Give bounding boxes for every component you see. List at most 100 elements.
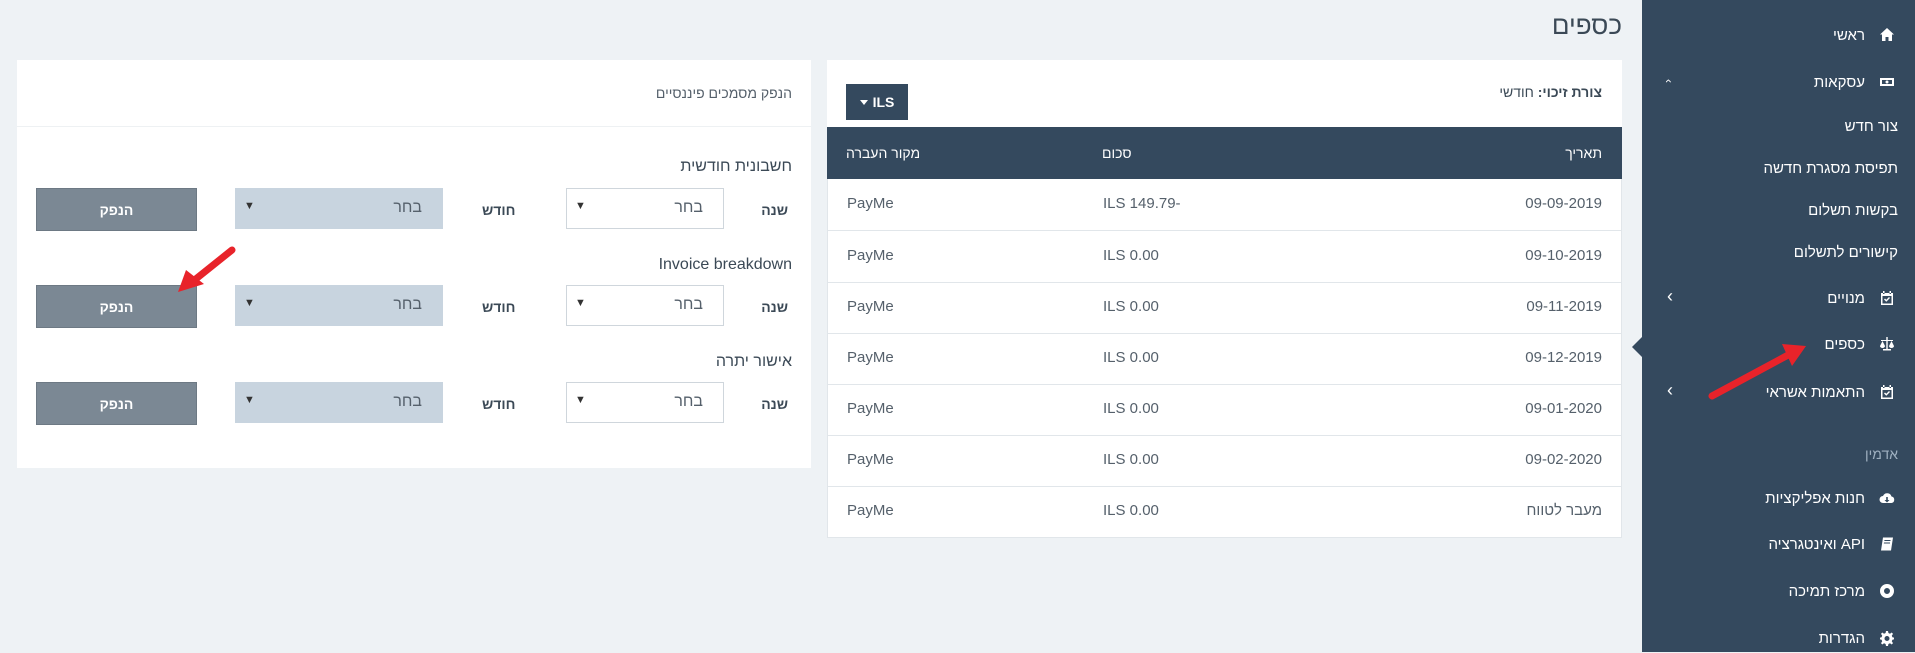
sidebar-item-label: הגדרות	[1818, 629, 1865, 647]
caret-down-icon	[859, 99, 868, 105]
cell-source: PayMe	[847, 247, 894, 264]
month-select[interactable]: בחר ▼	[235, 382, 443, 423]
chevron-right-icon: ›	[1667, 286, 1673, 306]
sidebar: ראשי עסקאות › צור חדש תפיסת מסגרת חדשה ב…	[1632, 0, 1915, 653]
year-label: שנה	[761, 299, 788, 315]
select-value: בחר	[393, 393, 422, 410]
credit-type: צורת זיכוי: חודשי	[1499, 84, 1602, 100]
sidebar-item-label: חנות אפליקציות	[1765, 489, 1865, 507]
cell-source: PayMe	[847, 502, 894, 519]
sidebar-item-deals[interactable]: עסקאות ›	[1642, 67, 1915, 97]
month-label: חודש	[482, 299, 516, 315]
divider	[17, 126, 811, 127]
cell-date: 09-10-2019	[1525, 247, 1602, 264]
sidebar-item-support[interactable]: מרכז תמיכה	[1642, 576, 1915, 606]
table-row: 09-10-2019 ILS 0.00 PayMe	[828, 231, 1621, 283]
gear-icon	[1877, 628, 1897, 648]
card-header: הנפק מסמכים פיננסיים	[655, 85, 792, 101]
generate-button[interactable]: הנפק	[36, 188, 197, 231]
cell-amount: ILS 0.00	[1103, 247, 1159, 264]
month-select[interactable]: בחר ▼	[235, 188, 443, 229]
caret-down-icon: ▼	[244, 394, 255, 406]
credit-type-value: חודשי	[1499, 84, 1534, 100]
sidebar-sub-payment-links[interactable]: קישורים לתשלום	[1794, 244, 1898, 261]
calendar-check-icon	[1877, 382, 1897, 402]
cell-source: PayMe	[847, 349, 894, 366]
sidebar-item-label: עסקאות	[1813, 73, 1865, 91]
select-value: בחר	[674, 393, 703, 410]
table-row: מעבר לטווח ILS 0.00 PayMe	[828, 486, 1621, 537]
select-value: בחר	[393, 296, 422, 313]
cell-amount: ILS 0.00	[1103, 502, 1159, 519]
cell-source: PayMe	[847, 451, 894, 468]
select-value: בחר	[393, 199, 422, 216]
chevron-right-icon: ›	[1667, 380, 1673, 400]
page-title: כספים	[1551, 10, 1622, 40]
year-select[interactable]: בחר ▼	[566, 382, 724, 423]
select-value: בחר	[674, 296, 703, 313]
sidebar-sub-new[interactable]: צור חדש	[1845, 118, 1898, 135]
sidebar-item-settings[interactable]: הגדרות	[1642, 623, 1915, 653]
table-body: 09-09-2019 ILS 149.79- PayMe 09-10-2019 …	[827, 179, 1622, 538]
cell-amount: ILS 0.00	[1103, 349, 1159, 366]
sidebar-section-admin: אדמין	[1864, 446, 1898, 462]
cell-amount: ILS 0.00	[1103, 298, 1159, 315]
cell-amount: ILS 0.00	[1103, 400, 1159, 417]
credit-type-label: צורת זיכוי:	[1537, 84, 1602, 100]
year-select[interactable]: בחר ▼	[566, 285, 724, 326]
currency-label: ILS	[872, 94, 895, 110]
home-icon	[1877, 25, 1897, 45]
cell-source: PayMe	[847, 400, 894, 417]
cell-source: PayMe	[847, 298, 894, 315]
caret-down-icon: ▼	[244, 200, 255, 212]
cell-date: 09-11-2019	[1526, 298, 1602, 315]
column-header-source: מקור העברה	[846, 145, 921, 161]
annotation-arrow-icon	[1708, 344, 1806, 400]
year-label: שנה	[761, 396, 788, 412]
book-icon	[1877, 534, 1897, 554]
section-title-monthly-invoice: חשבונית חודשית	[680, 158, 792, 175]
sidebar-item-label: מנויים	[1827, 289, 1865, 307]
caret-down-icon: ▼	[575, 394, 586, 406]
table-row: 09-11-2019 ILS 0.00 PayMe	[828, 282, 1621, 334]
column-header-date: תאריך	[1565, 145, 1602, 161]
sidebar-item-home[interactable]: ראשי	[1642, 20, 1915, 50]
column-header-amount: סכום	[1102, 145, 1132, 161]
cell-date: 09-02-2020	[1525, 451, 1602, 468]
cell-source: PayMe	[847, 195, 894, 212]
chevron-down-icon: ›	[1662, 79, 1676, 83]
generate-button[interactable]: הנפק	[36, 382, 197, 425]
cell-amount: ILS 0.00	[1103, 451, 1159, 468]
currency-dropdown-button[interactable]: ILS	[846, 84, 908, 120]
cell-date: 09-09-2019	[1525, 195, 1602, 212]
table-row: 09-09-2019 ILS 149.79- PayMe	[828, 179, 1621, 231]
active-item-notch	[1632, 337, 1642, 357]
table-row: 09-01-2020 ILS 0.00 PayMe	[828, 384, 1621, 436]
caret-down-icon: ▼	[575, 200, 586, 212]
sidebar-item-subscriptions[interactable]: מנויים ›	[1642, 283, 1915, 313]
sidebar-item-app-store[interactable]: חנות אפליקציות	[1642, 483, 1915, 513]
cell-date: 09-01-2020	[1525, 400, 1602, 417]
financial-documents-card: הנפק מסמכים פיננסיים חשבונית חודשית שנה …	[17, 60, 811, 468]
sidebar-item-label: API ואינטגרציה	[1768, 535, 1865, 553]
cell-date: מעבר לטווח	[1526, 502, 1602, 519]
cloud-download-icon	[1877, 488, 1897, 508]
sidebar-item-api[interactable]: API ואינטגרציה	[1642, 529, 1915, 559]
table-header: תאריך סכום מקור העברה	[827, 127, 1622, 179]
calendar-check-icon	[1877, 288, 1897, 308]
transactions-card: צורת זיכוי: חודשי ILS תאריך סכום מקור הע…	[827, 60, 1622, 538]
sidebar-sub-payment-requests[interactable]: בקשות תשלום	[1808, 202, 1898, 219]
month-select[interactable]: בחר ▼	[235, 285, 443, 326]
sidebar-sub-new-frame[interactable]: תפיסת מסגרת חדשה	[1763, 160, 1898, 177]
sidebar-item-label: מרכז תמיכה	[1788, 582, 1865, 600]
table-row: 09-02-2020 ILS 0.00 PayMe	[828, 435, 1621, 487]
sidebar-item-label: כספים	[1824, 335, 1865, 353]
cell-amount: ILS 149.79-	[1103, 195, 1181, 212]
month-label: חודש	[482, 202, 516, 218]
annotation-arrow-icon	[178, 246, 236, 292]
year-select[interactable]: בחר ▼	[566, 188, 724, 229]
caret-down-icon: ▼	[575, 297, 586, 309]
table-row: 09-12-2019 ILS 0.00 PayMe	[828, 333, 1621, 385]
lifebuoy-icon	[1877, 581, 1897, 601]
section-title-invoice-breakdown: Invoice breakdown	[658, 256, 792, 273]
